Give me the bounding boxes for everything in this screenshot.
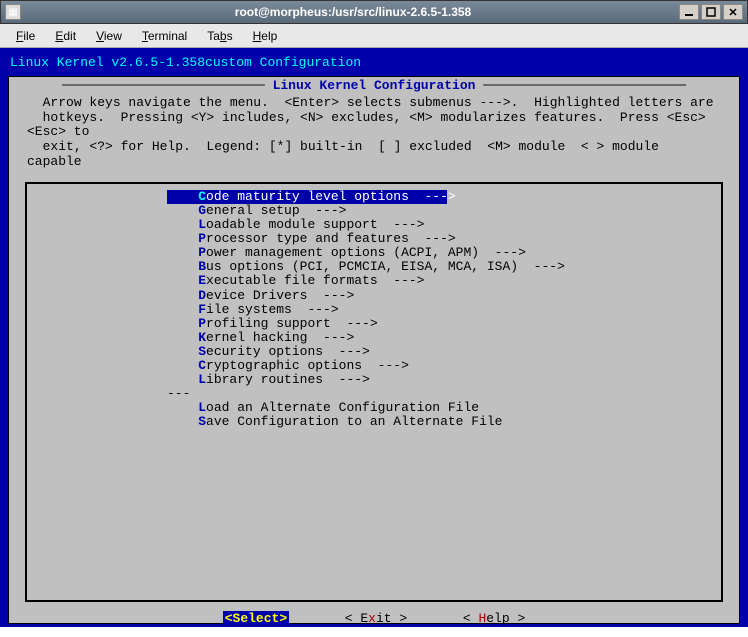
menu-item-label: ower management options (ACPI, APM) --->	[206, 245, 526, 260]
hotkey: L	[198, 217, 206, 232]
maximize-button[interactable]	[701, 4, 721, 20]
menu-item-main-3[interactable]: Processor type and features --->	[27, 232, 721, 246]
app-icon: ▦	[5, 4, 21, 20]
menu-item-label: eneral setup --->	[206, 203, 346, 218]
menu-item-label: xecutable file formats --->	[206, 273, 424, 288]
menu-item-label: ibrary routines --->	[206, 372, 370, 387]
menu-item-label: rofiling support --->	[206, 316, 378, 331]
menuconfig-dialog: ────────────────────────── Linux Kernel …	[8, 76, 740, 624]
window-controls	[679, 4, 743, 20]
menu-item-main-11[interactable]: Security options --->	[27, 345, 721, 359]
hotkey: B	[198, 259, 206, 274]
hotkey: S	[198, 414, 206, 429]
menu-item-label: ernel hacking --->	[206, 330, 354, 345]
menu-terminal[interactable]: Terminal	[134, 27, 195, 45]
menu-item-main-13[interactable]: Library routines --->	[27, 373, 721, 387]
window-title: root@morpheus:/usr/src/linux-2.6.5-1.358	[27, 5, 679, 19]
dialog-title-row: ────────────────────────── Linux Kernel …	[9, 77, 739, 93]
help-button[interactable]: < Help >	[463, 611, 525, 626]
hotkey: D	[198, 288, 206, 303]
menubar: File Edit View Terminal Tabs Help	[0, 24, 748, 48]
hotkey: S	[198, 344, 206, 359]
button-row: <Select> < Exit > < Help >	[9, 602, 739, 636]
hotkey: C	[198, 189, 206, 204]
menu-view[interactable]: View	[88, 27, 130, 45]
hotkey: F	[198, 302, 206, 317]
menu-item-main-4[interactable]: Power management options (ACPI, APM) ---…	[27, 246, 721, 260]
minimize-button[interactable]	[679, 4, 699, 20]
hotkey: P	[198, 231, 206, 246]
hotkey: E	[198, 273, 206, 288]
menu-item-main-8[interactable]: File systems --->	[27, 303, 721, 317]
menu-item-label: rocessor type and features --->	[206, 231, 456, 246]
menu-item-label: ode maturity level options --->	[206, 189, 456, 204]
menu-item-alt-0[interactable]: Load an Alternate Configuration File	[27, 401, 721, 415]
menu-file[interactable]: File	[8, 27, 43, 45]
menu-item-label: ecurity options --->	[206, 344, 370, 359]
terminal-area: Linux Kernel v2.6.5-1.358custom Configur…	[0, 48, 748, 627]
menu-list[interactable]: Code maturity level options ---> General…	[27, 190, 721, 429]
menu-item-label: oadable module support --->	[206, 217, 424, 232]
menu-item-label: ave Configuration to an Alternate File	[206, 414, 502, 429]
menu-item-alt-1[interactable]: Save Configuration to an Alternate File	[27, 415, 721, 429]
menu-list-box: Code maturity level options ---> General…	[25, 182, 723, 602]
menu-item-main-2[interactable]: Loadable module support --->	[27, 218, 721, 232]
hotkey: L	[198, 400, 206, 415]
menu-item-main-1[interactable]: General setup --->	[27, 204, 721, 218]
menu-item-main-0[interactable]: Code maturity level options --->	[167, 190, 447, 204]
help-text: Arrow keys navigate the menu. <Enter> se…	[9, 94, 739, 181]
menu-item-label: us options (PCI, PCMCIA, EISA, MCA, ISA)…	[206, 259, 565, 274]
close-button[interactable]	[723, 4, 743, 20]
kernel-version-header: Linux Kernel v2.6.5-1.358custom Configur…	[6, 54, 742, 76]
menu-item-label: ryptographic options --->	[206, 358, 409, 373]
window-titlebar: ▦ root@morpheus:/usr/src/linux-2.6.5-1.3…	[0, 0, 748, 24]
menu-item-main-6[interactable]: Executable file formats --->	[27, 274, 721, 288]
title-dash-left: ──────────────────────────	[62, 78, 265, 93]
hotkey: P	[198, 316, 206, 331]
hotkey: K	[198, 330, 206, 345]
title-dash-right: ──────────────────────────	[483, 78, 686, 93]
menu-help[interactable]: Help	[245, 27, 286, 45]
menu-item-label: ile systems --->	[206, 302, 339, 317]
menu-item-main-5[interactable]: Bus options (PCI, PCMCIA, EISA, MCA, ISA…	[27, 260, 721, 274]
menu-item-label: oad an Alternate Configuration File	[206, 400, 479, 415]
menu-item-main-10[interactable]: Kernel hacking --->	[27, 331, 721, 345]
hotkey: L	[198, 372, 206, 387]
menu-edit[interactable]: Edit	[47, 27, 84, 45]
exit-button[interactable]: < Exit >	[345, 611, 407, 626]
dialog-title: Linux Kernel Configuration	[265, 78, 483, 93]
menu-item-main-7[interactable]: Device Drivers --->	[27, 289, 721, 303]
hotkey: G	[198, 203, 206, 218]
hotkey: C	[198, 358, 206, 373]
hotkey: P	[198, 245, 206, 260]
menu-tabs[interactable]: Tabs	[199, 27, 240, 45]
menu-item-main-9[interactable]: Profiling support --->	[27, 317, 721, 331]
select-button[interactable]: <Select>	[223, 611, 289, 626]
menu-separator: ---	[27, 387, 721, 401]
menu-item-label: evice Drivers --->	[206, 288, 354, 303]
menu-item-main-12[interactable]: Cryptographic options --->	[27, 359, 721, 373]
